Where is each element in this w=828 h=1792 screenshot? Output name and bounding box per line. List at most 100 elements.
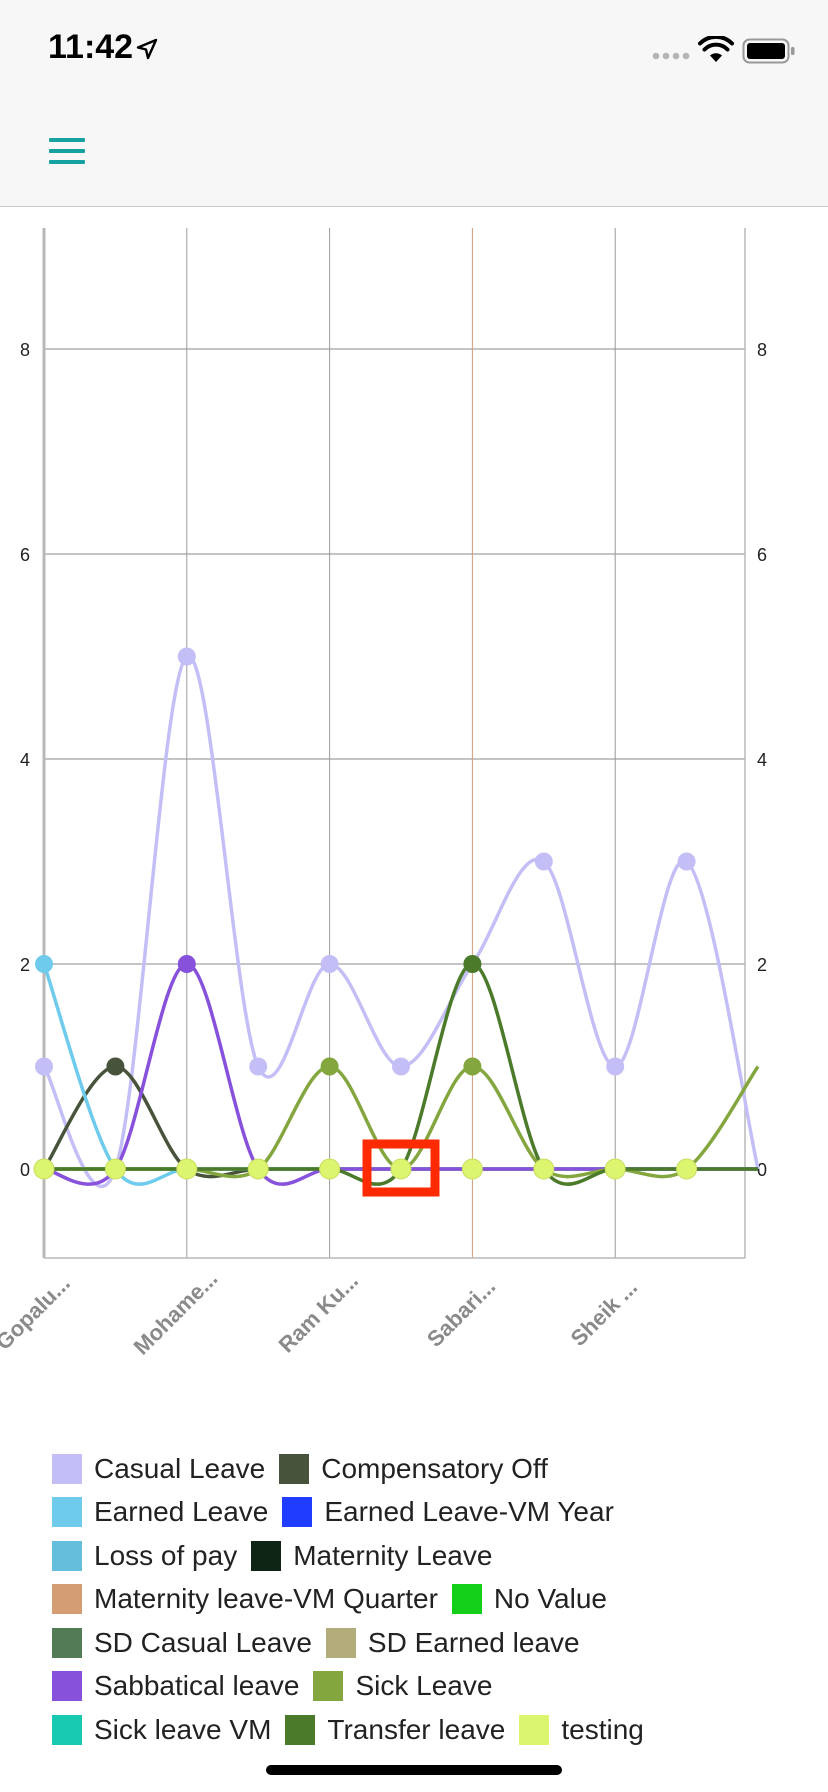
data-point — [35, 955, 53, 973]
y-tick-label-left: 2 — [20, 955, 30, 975]
data-point — [177, 955, 196, 973]
y-tick-label-right: 8 — [757, 340, 767, 360]
data-point — [606, 1057, 625, 1076]
data-point — [676, 1158, 698, 1180]
legend-label: Transfer leave — [327, 1713, 506, 1745]
navigation-bar — [0, 100, 828, 207]
legend-row: Loss of pay Maternity Leave — [52, 1534, 792, 1578]
data-point — [533, 1158, 555, 1180]
y-tick-label-right: 4 — [757, 750, 767, 770]
legend-swatch — [52, 1540, 82, 1571]
leave-line-chart: 0 0 2 2 4 4 6 6 8 8 Gopalu... Mohame... Ram Ku... Sab… — [0, 228, 767, 1360]
x-tick-label: Sheik ... — [566, 1274, 642, 1350]
legend-item[interactable]: Casual Leave — [52, 1453, 265, 1485]
home-indicator — [266, 1765, 562, 1775]
y-tick-label-left: 8 — [20, 340, 30, 360]
legend-item[interactable]: No Value — [451, 1583, 607, 1615]
legend-item[interactable]: Loss of pay — [52, 1540, 237, 1572]
legend-item[interactable]: Maternity Leave — [251, 1540, 492, 1572]
legend-swatch — [251, 1540, 282, 1571]
legend-row: Maternity leave-VM Quarter No Value — [52, 1578, 792, 1622]
legend-item[interactable]: Sabbatical leave — [52, 1670, 299, 1702]
legend-item[interactable]: SD Casual Leave — [52, 1627, 312, 1659]
legend-label: Sick Leave — [355, 1670, 493, 1702]
x-tick-label: Ram Ku... — [274, 1268, 363, 1357]
legend-swatch — [279, 1453, 310, 1484]
data-point — [106, 1057, 125, 1076]
legend-item[interactable]: Earned Leave-VM Year — [282, 1496, 614, 1528]
data-point — [677, 852, 696, 871]
data-point — [604, 1158, 626, 1180]
legend-item[interactable]: Sick leave VM — [52, 1714, 271, 1746]
legend-swatch — [52, 1453, 82, 1484]
series-line — [42, 654, 760, 1189]
chart-legend: Casual Leave Compensatory Off Earned Leave… — [52, 1447, 792, 1752]
cellular-signal-icon — [652, 52, 690, 60]
legend-label: SD Casual Leave — [94, 1626, 312, 1658]
data-point — [176, 1158, 198, 1180]
legend-label: SD Earned leave — [367, 1626, 580, 1658]
data-point — [390, 1158, 412, 1180]
x-tick-label: Mohame... — [129, 1266, 223, 1360]
data-point — [392, 1057, 410, 1076]
legend-swatch — [313, 1671, 344, 1702]
legend-label: Maternity Leave — [293, 1539, 493, 1571]
legend-label: No Value — [493, 1583, 607, 1615]
legend-label: Earned Leave-VM Year — [324, 1496, 614, 1528]
data-point — [319, 1158, 341, 1180]
wifi-icon — [698, 36, 734, 62]
data-point — [249, 1057, 268, 1076]
x-tick-label: Gopalu... — [0, 1271, 75, 1355]
data-point — [104, 1158, 126, 1180]
legend-label: Sick leave VM — [94, 1713, 272, 1745]
data-point — [177, 647, 196, 666]
legend-swatch — [282, 1497, 313, 1528]
battery-icon — [742, 38, 795, 64]
legend-item[interactable]: SD Earned leave — [325, 1626, 580, 1659]
legend-swatch — [52, 1714, 82, 1745]
legend-item[interactable]: Transfer leave — [285, 1714, 505, 1746]
location-arrow-icon — [136, 38, 158, 60]
y-tick-label-left: 6 — [20, 545, 30, 565]
legend-item[interactable]: testing — [519, 1714, 644, 1746]
legend-swatch — [52, 1671, 82, 1702]
status-time: 11:42 — [48, 28, 134, 66]
legend-label: Earned Leave — [94, 1496, 269, 1528]
legend-swatch — [325, 1627, 356, 1658]
legend-label: testing — [561, 1713, 644, 1745]
y-tick-label-right: 0 — [757, 1160, 767, 1180]
legend-swatch — [451, 1584, 482, 1615]
status-bar: 11:42 — [0, 0, 828, 100]
data-point — [463, 955, 482, 973]
legend-label: Maternity leave-VM Quarter — [94, 1583, 438, 1615]
data-point — [534, 852, 553, 871]
data-point — [320, 955, 339, 973]
hamburger-menu-icon[interactable] — [40, 130, 96, 176]
legend-label: Loss of pay — [94, 1539, 238, 1571]
x-tick-label: Sabari... — [422, 1274, 500, 1352]
legend-item[interactable]: Earned Leave — [52, 1496, 268, 1528]
legend-row: Casual Leave Compensatory Off — [52, 1447, 792, 1491]
data-point — [35, 1057, 53, 1076]
legend-swatch — [52, 1627, 82, 1658]
data-point — [247, 1158, 269, 1180]
legend-label: Sabbatical leave — [94, 1670, 300, 1702]
legend-swatch — [519, 1714, 550, 1745]
data-point — [463, 1057, 482, 1076]
legend-swatch — [52, 1497, 82, 1528]
legend-row: SD Casual Leave SD Earned leave — [52, 1621, 792, 1665]
legend-row: Earned Leave Earned Leave-VM Year — [52, 1491, 792, 1535]
y-tick-label-left: 0 — [20, 1160, 30, 1180]
legend-label: Casual Leave — [94, 1452, 266, 1484]
data-point — [461, 1158, 483, 1180]
data-point — [320, 1057, 339, 1076]
legend-row: Sick leave VM Transfer leave testing — [52, 1708, 792, 1752]
legend-label: Compensatory Off — [321, 1452, 548, 1484]
legend-swatch — [285, 1714, 316, 1745]
legend-item[interactable]: Maternity leave-VM Quarter — [52, 1583, 438, 1615]
y-tick-label-right: 2 — [757, 955, 767, 975]
legend-item[interactable]: Compensatory Off — [279, 1453, 548, 1485]
legend-row: Sabbatical leave Sick Leave — [52, 1665, 792, 1709]
legend-item[interactable]: Sick Leave — [313, 1670, 492, 1702]
legend-swatch — [52, 1584, 82, 1615]
